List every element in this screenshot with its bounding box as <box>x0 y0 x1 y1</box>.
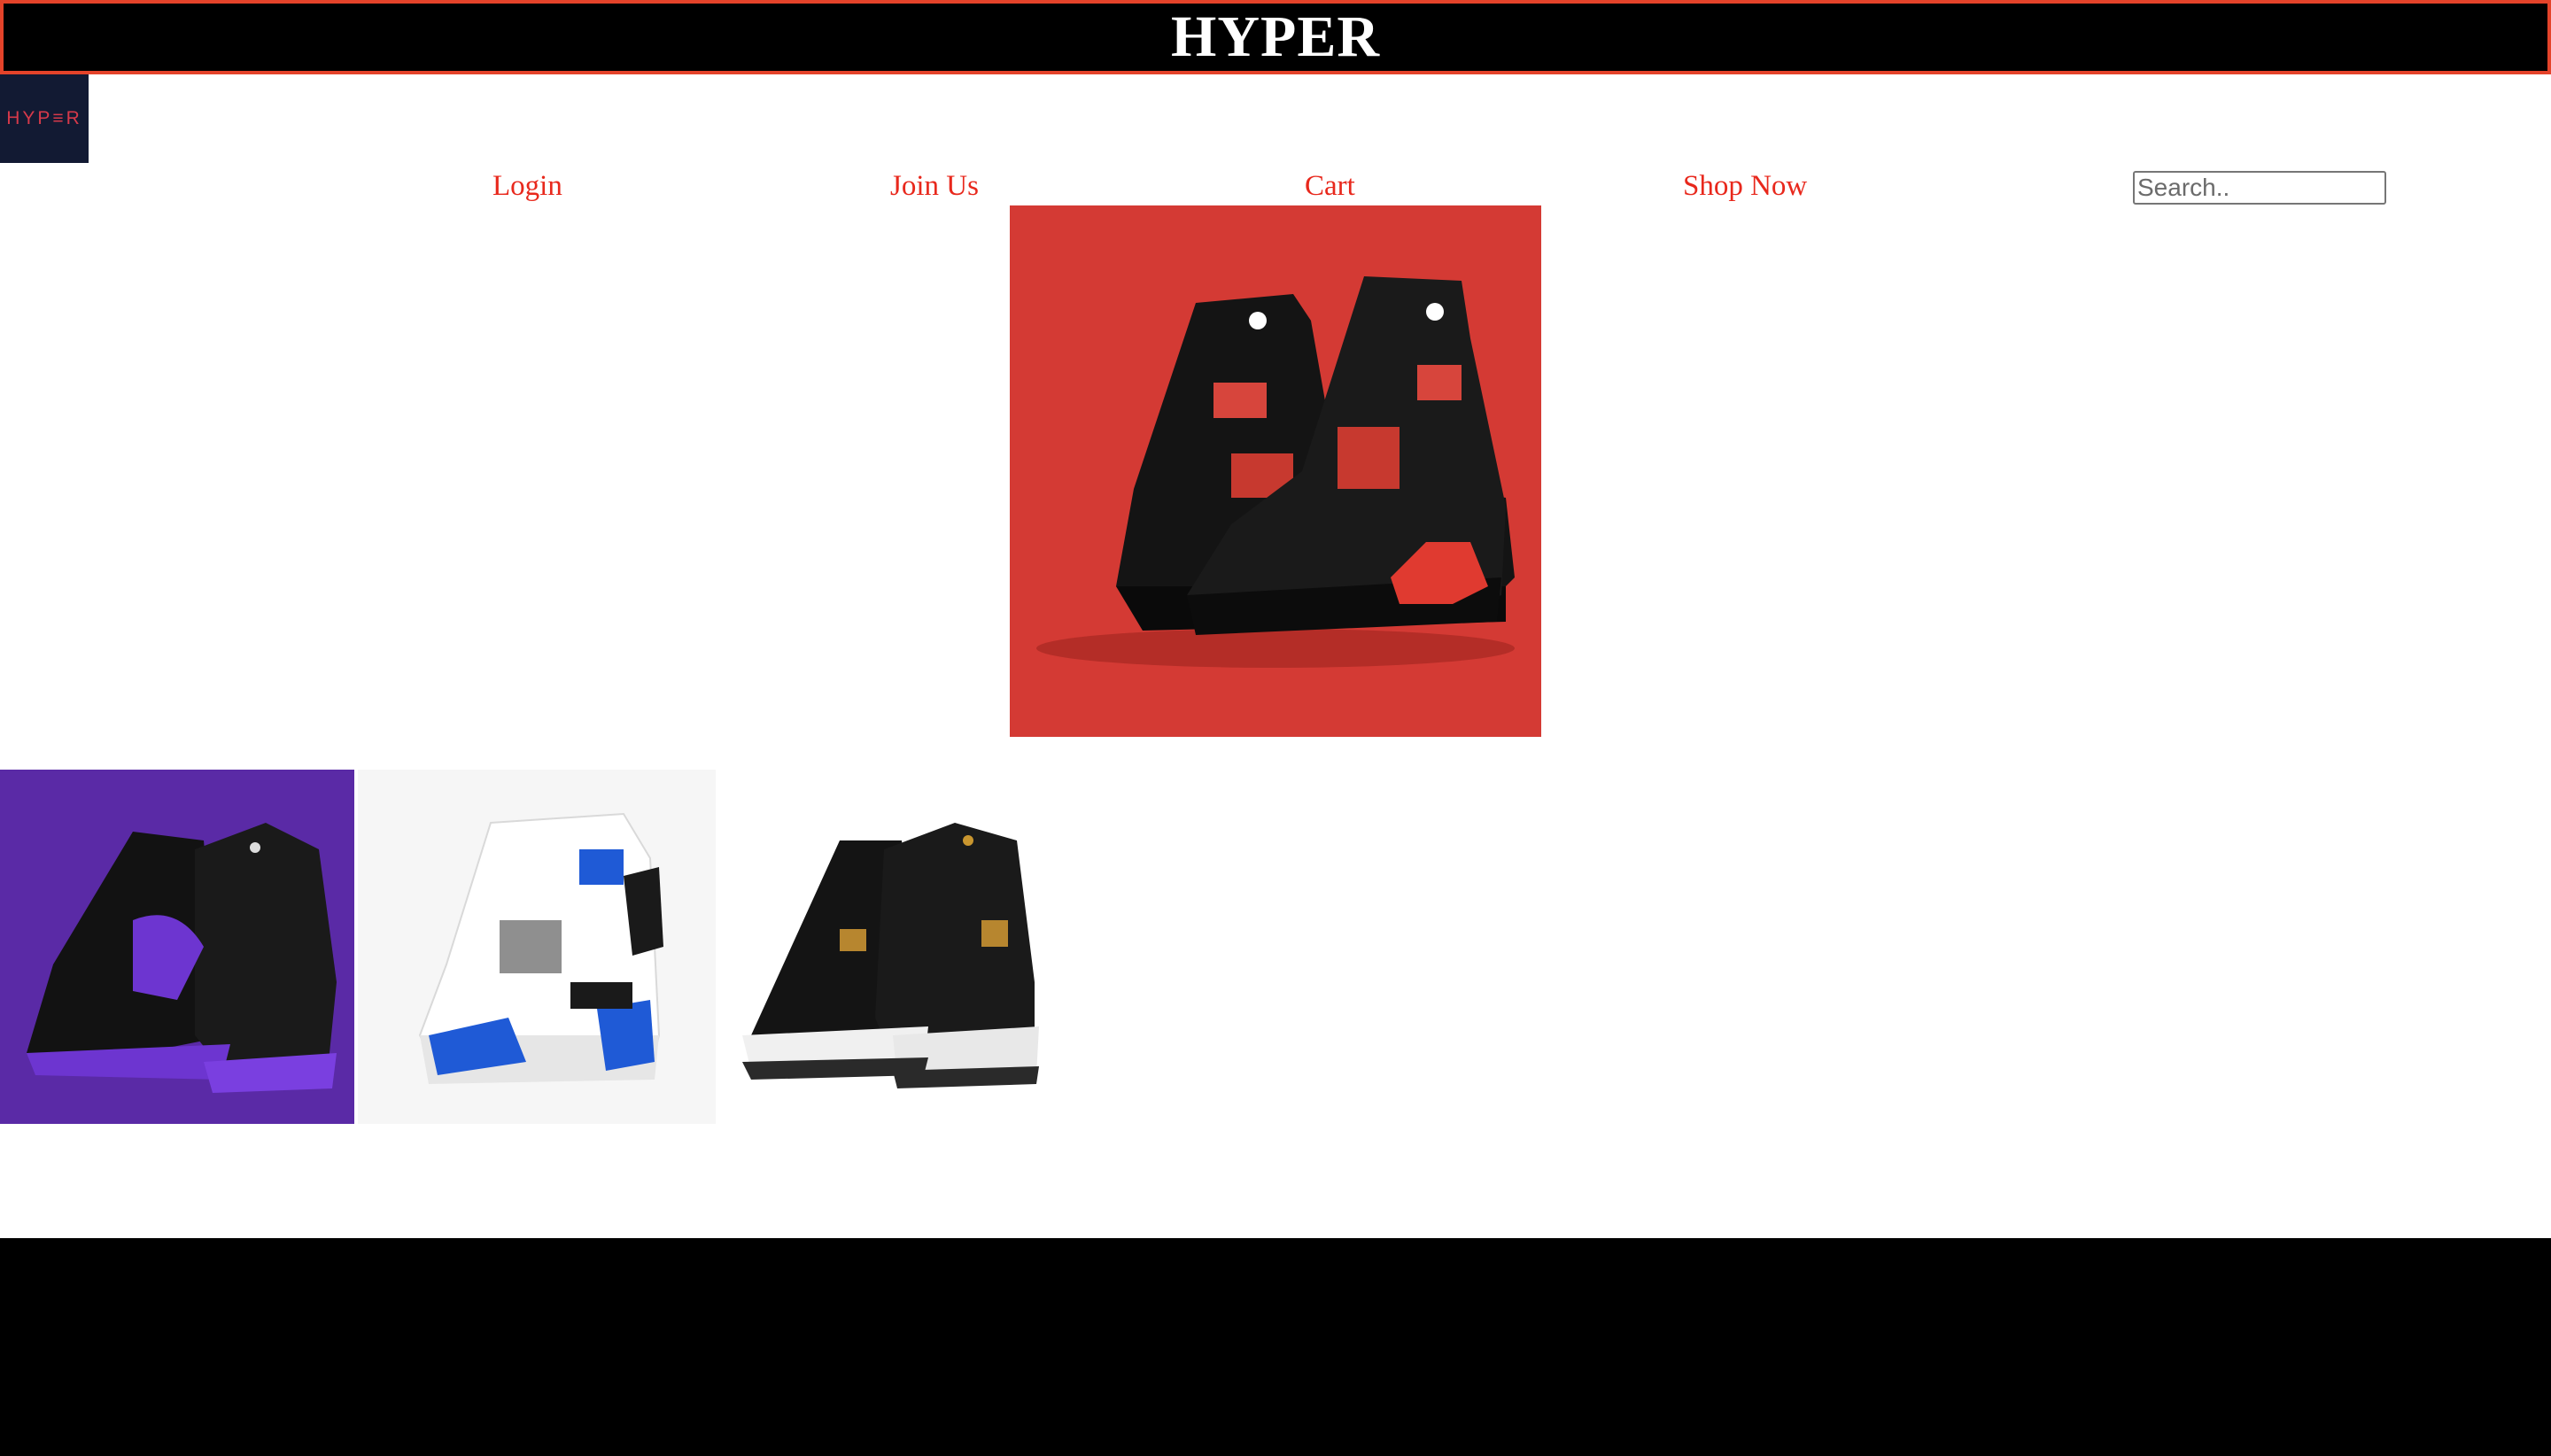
search-input[interactable] <box>2133 171 2386 205</box>
red-black-sneakers-icon <box>1036 276 1515 668</box>
logo[interactable]: HYP≡R <box>0 74 89 163</box>
product-tile[interactable] <box>0 770 354 1124</box>
purple-black-sneakers-icon <box>27 823 337 1093</box>
nav-cart-link[interactable]: Cart <box>1305 167 1355 205</box>
hero-image[interactable] <box>1010 205 1541 737</box>
site-footer <box>0 1238 2551 1456</box>
nav-shop-link[interactable]: Shop Now <box>1683 167 1807 205</box>
white-blue-sneaker-icon <box>418 812 663 1084</box>
product-tile[interactable] <box>358 770 716 1124</box>
logo-text: HYP≡R <box>6 108 82 128</box>
product-tile[interactable] <box>716 770 1074 1124</box>
nav-join-link[interactable]: Join Us <box>890 167 979 205</box>
black-gold-sneakers-icon <box>742 823 1039 1088</box>
nav-login-link[interactable]: Login <box>492 167 562 205</box>
site-title: HYPER <box>1171 4 1380 69</box>
site-header: HYPER <box>0 0 2551 74</box>
